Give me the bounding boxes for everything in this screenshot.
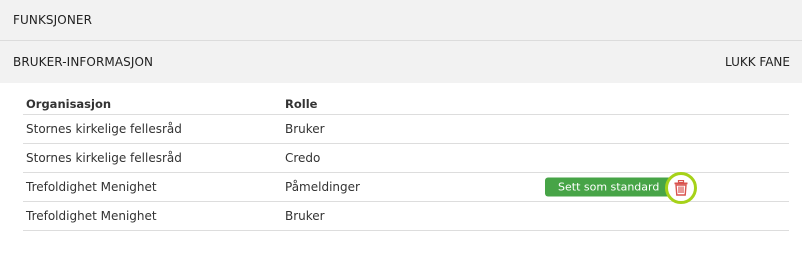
- table-row: Stornes kirkelige fellesråd Bruker: [23, 114, 789, 144]
- column-header-organisation: Organisasjon: [23, 93, 282, 115]
- organisation-cell: Trefoldighet Menighet: [23, 172, 282, 202]
- table-row: Trefoldighet Menighet Bruker: [23, 201, 789, 231]
- role-cell: Credo: [282, 143, 545, 173]
- functions-section-title: FUNKSJONER: [13, 13, 93, 27]
- column-header-actions: [545, 93, 789, 115]
- organisation-cell: Trefoldighet Menighet: [23, 201, 282, 231]
- role-cell: Bruker: [282, 201, 545, 231]
- actions-cell: [545, 143, 789, 173]
- set-as-default-button[interactable]: Sett som standard: [545, 177, 673, 197]
- column-header-role: Rolle: [282, 93, 545, 115]
- user-info-section-title: BRUKER-INFORMASJON: [13, 55, 154, 69]
- trash-icon: [674, 180, 688, 196]
- close-tab-link[interactable]: LUKK FANE: [725, 55, 790, 69]
- role-cell: Bruker: [282, 114, 545, 144]
- actions-cell: [545, 114, 789, 144]
- table-row: Trefoldighet Menighet Påmeldinger Sett s…: [23, 172, 789, 204]
- user-info-section-header: BRUKER-INFORMASJON LUKK FANE: [0, 41, 802, 83]
- table-header-row: Organisasjon Rolle: [23, 93, 789, 115]
- organisation-cell: Stornes kirkelige fellesråd: [23, 114, 282, 144]
- organisation-cell: Stornes kirkelige fellesråd: [23, 143, 282, 173]
- delete-role-button[interactable]: [665, 172, 697, 204]
- role-cell: Påmeldinger: [282, 172, 545, 202]
- functions-section-header[interactable]: FUNKSJONER: [0, 0, 802, 41]
- actions-cell: [545, 201, 789, 231]
- table-row: Stornes kirkelige fellesråd Credo: [23, 143, 789, 173]
- actions-cell: Sett som standard: [545, 172, 789, 204]
- user-roles-table: Organisasjon Rolle Stornes kirkelige fel…: [23, 93, 789, 231]
